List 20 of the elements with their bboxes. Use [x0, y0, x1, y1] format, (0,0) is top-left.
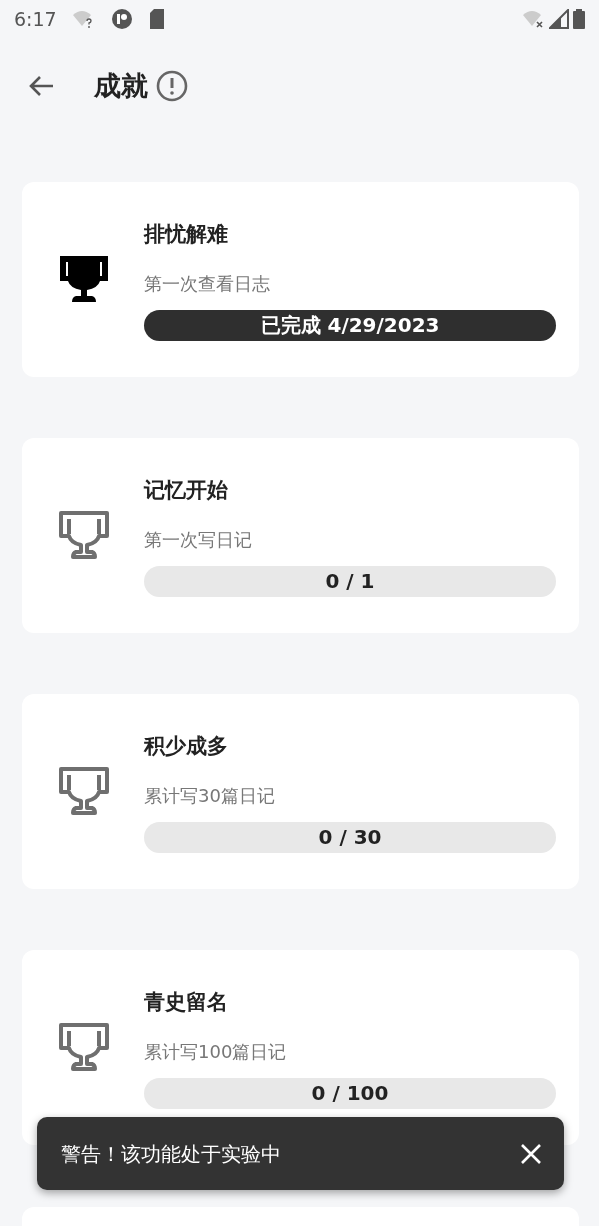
achievement-description: 第一次写日记 — [144, 527, 253, 552]
achievement-title: 记忆开始 — [144, 476, 229, 504]
close-icon[interactable] — [520, 1142, 542, 1165]
achievement-title: 青史留名 — [144, 988, 229, 1016]
sd-card-icon — [148, 9, 165, 29]
page-title: 成就 — [94, 68, 148, 103]
signal-icon — [549, 9, 569, 29]
achievement-description: 第一次查看日志 — [144, 271, 271, 296]
status-time: 6:17 — [14, 6, 57, 32]
wifi-off-icon — [523, 10, 545, 28]
achievement-description: 累计写100篇日记 — [144, 1039, 288, 1064]
info-icon[interactable] — [156, 70, 188, 102]
back-icon[interactable] — [28, 75, 54, 97]
achievement-description: 累计写30篇日记 — [144, 783, 276, 808]
achievement-title: 排忧解难 — [144, 220, 229, 248]
snackbar-message: 警告！该功能处于实验中 — [61, 1140, 281, 1168]
app-icon — [110, 8, 133, 30]
wifi-question-icon — [72, 10, 95, 28]
achievement-title: 积少成多 — [144, 732, 229, 760]
battery-icon — [573, 9, 585, 29]
